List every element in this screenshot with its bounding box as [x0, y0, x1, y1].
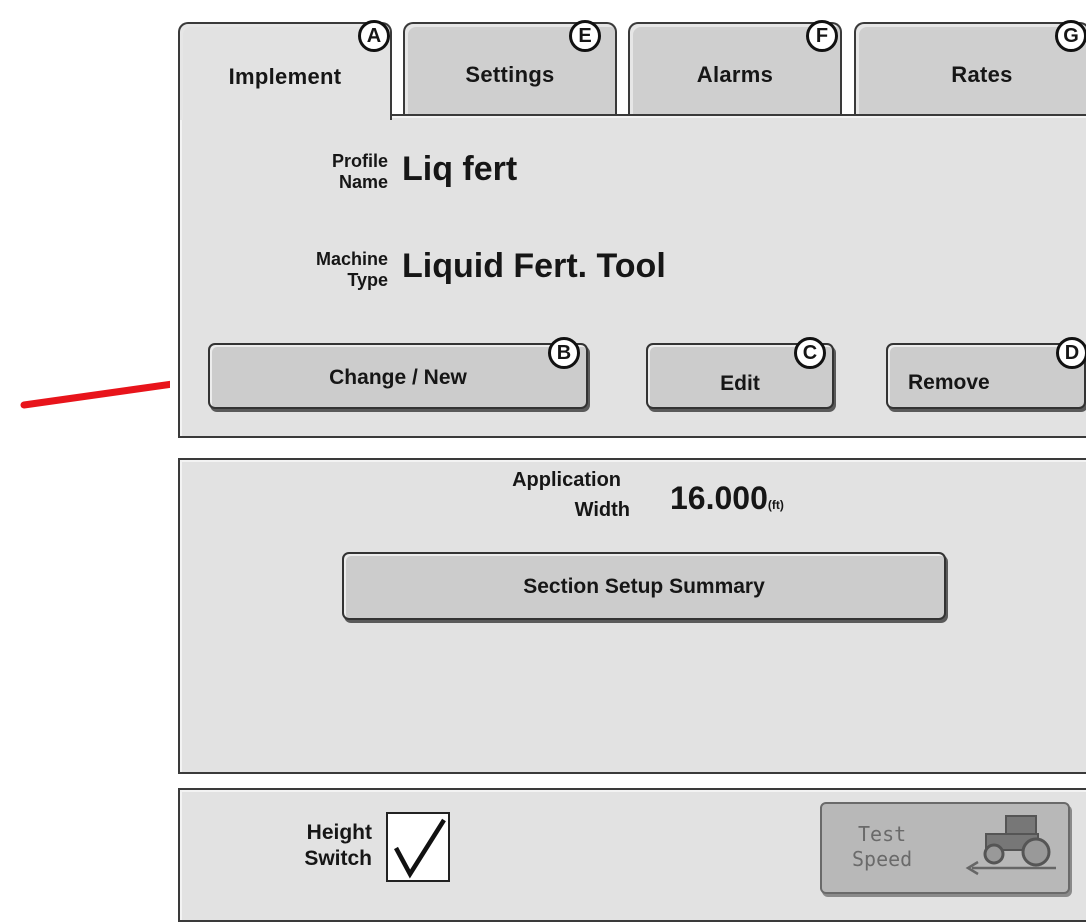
section-setup-summary-button[interactable]: Section Setup Summary — [342, 552, 946, 620]
callout-d: D — [1056, 337, 1086, 369]
tab-implement-label: Implement — [228, 64, 342, 89]
profile-name-label: Profile Name — [331, 151, 388, 192]
callout-e: E — [569, 20, 601, 52]
application-width-label: Application Width — [512, 469, 630, 521]
test-speed-button[interactable]: Test Speed — [820, 802, 1070, 894]
change-new-button[interactable]: Change / New — [208, 343, 588, 409]
checkmark-icon — [394, 818, 446, 879]
machine-type-label: Machine Type — [315, 249, 388, 290]
machine-type-value: Liquid Fert. Tool — [402, 247, 666, 285]
callout-f: F — [806, 20, 838, 52]
section-setup-summary-label: Section Setup Summary — [523, 575, 765, 598]
profile-panel: Profile Name Liq fert Machine Type Liqui… — [178, 114, 1086, 438]
tab-settings-label: Settings — [465, 62, 555, 87]
profile-name-value: Liq fert — [402, 150, 518, 188]
callout-b: B — [548, 337, 580, 369]
application-width-unit: (ft) — [767, 498, 784, 512]
tractor-icon — [965, 815, 1056, 876]
application-width-value: 16.000(ft) — [670, 480, 784, 516]
footer-panel: Height Switch Test Speed — [178, 788, 1086, 922]
edit-button-label: Edit — [720, 372, 760, 395]
implement-screen: Implement Settings Alarms Rates A E F G … — [170, 0, 1086, 922]
change-new-button-label: Change / New — [329, 366, 467, 389]
height-switch-checkbox[interactable] — [386, 812, 450, 882]
callout-g: G — [1055, 20, 1086, 52]
callout-a: A — [358, 20, 390, 52]
tab-rates[interactable]: Rates — [854, 22, 1086, 114]
tab-rates-label: Rates — [951, 62, 1013, 87]
tab-alarms-label: Alarms — [696, 62, 774, 87]
application-panel: Application Width 16.000(ft) Section Set… — [178, 458, 1086, 774]
test-speed-label: Test Speed — [852, 822, 913, 871]
height-switch-label: Height Switch — [304, 821, 372, 870]
callout-c: C — [794, 337, 826, 369]
remove-button-label: Remove — [908, 371, 990, 394]
